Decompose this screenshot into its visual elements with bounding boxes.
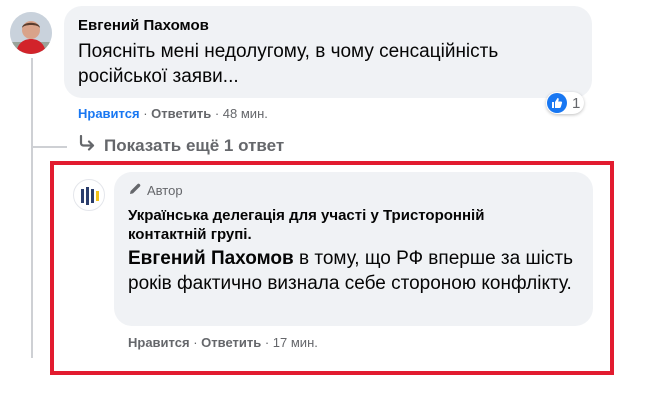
show-more-replies[interactable]: Показать ещё 1 ответ [78, 134, 285, 156]
show-more-label: Показать ещё 1 ответ [104, 135, 285, 155]
like-button[interactable]: Нравится [78, 106, 140, 121]
pencil-icon [128, 182, 147, 199]
comment-actions: Нравится · Ответить · 48 мин. [78, 106, 268, 121]
separator: · [193, 335, 202, 350]
reaction-summary[interactable]: 1 [546, 92, 585, 114]
separator: · [214, 106, 223, 121]
thumbs-up-icon [547, 93, 567, 113]
commenter-avatar[interactable] [10, 12, 52, 54]
comment-bubble: Евгений Пахомов Поясніть мені недолугому… [64, 6, 592, 98]
thread-line [31, 58, 33, 358]
thread-connector [31, 146, 67, 148]
reaction-count: 1 [572, 94, 581, 112]
mention-link[interactable]: Евгений Пахомов [128, 248, 294, 269]
like-button[interactable]: Нравится [128, 335, 190, 350]
reply-button[interactable]: Ответить [201, 335, 261, 350]
separator: · [143, 106, 152, 121]
comment-timestamp[interactable]: 48 мин. [223, 106, 268, 121]
reply-text: Евгений Пахомов в тому, що РФ вперше за … [128, 246, 588, 296]
author-badge: Автор [128, 182, 183, 199]
author-badge-label: Автор [147, 183, 183, 198]
comment-text: Поясніть мені недолугому, в чому сенсаці… [78, 41, 499, 87]
reply-timestamp[interactable]: 17 мин. [273, 335, 318, 350]
comment-author[interactable]: Евгений Пахомов [78, 17, 209, 34]
delegation-avatar[interactable] [73, 179, 105, 211]
reply-actions: Нравится · Ответить · 17 мин. [128, 335, 318, 350]
reply-author[interactable]: Українська делегація для участі у Тристо… [128, 206, 548, 244]
separator: · [264, 335, 273, 350]
reply-arrow-icon [78, 134, 104, 156]
reply-button[interactable]: Ответить [151, 106, 211, 121]
